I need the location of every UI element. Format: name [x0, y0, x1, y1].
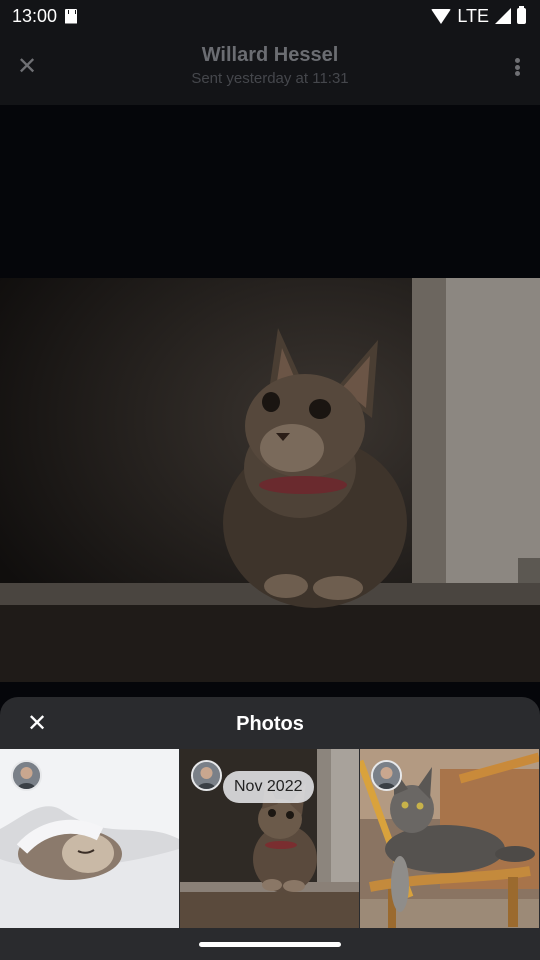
status-bar: 13:00 LTE	[0, 0, 540, 32]
thumbnail-cat-chair[interactable]	[360, 749, 539, 929]
avatar	[11, 760, 42, 791]
signal-icon	[495, 8, 511, 24]
wifi-icon	[431, 8, 452, 24]
status-time: 13:00	[12, 5, 58, 26]
status-left: 13:00	[12, 5, 78, 27]
navigation-bar	[0, 928, 540, 960]
more-vert-icon[interactable]	[512, 54, 522, 80]
sent-time: Sent yesterday at 11:31	[191, 70, 349, 87]
title-block: Willard Hessel Sent yesterday at 11:31	[0, 44, 540, 87]
thumbnail-sleeping-cat[interactable]	[0, 749, 179, 929]
photos-sheet: ✕ Photos Nov 2022	[0, 697, 540, 960]
battery-icon	[517, 6, 526, 24]
app-bar: ✕ Willard Hessel Sent yesterday at 11:31	[0, 32, 540, 105]
avatar	[371, 760, 402, 791]
sd-card-icon	[65, 8, 78, 24]
home-handle[interactable]	[199, 942, 341, 947]
sheet-title: Photos	[236, 713, 304, 735]
sender-name: Willard Hessel	[201, 44, 339, 66]
main-photo[interactable]	[0, 278, 540, 682]
cat-photo	[0, 278, 540, 682]
avatar	[191, 760, 222, 791]
date-chip: Nov 2022	[223, 771, 314, 803]
network-type: LTE	[457, 5, 489, 26]
status-right: LTE	[431, 6, 526, 27]
